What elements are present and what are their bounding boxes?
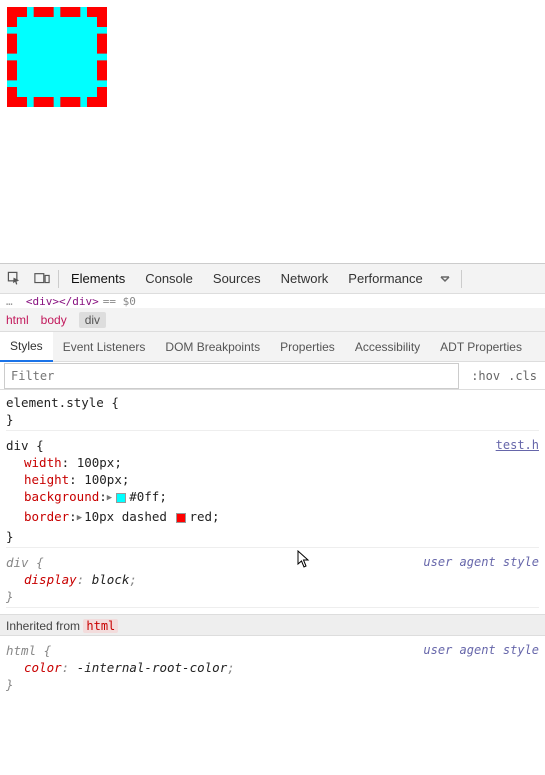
subtab-styles[interactable]: Styles <box>0 332 53 362</box>
color-swatch-icon[interactable] <box>176 513 186 523</box>
prop-key[interactable]: background <box>24 489 99 504</box>
hov-toggle-button[interactable]: :hov <box>471 369 500 383</box>
tabbar-divider <box>461 270 462 288</box>
brace: } <box>6 588 539 605</box>
expand-triangle-icon[interactable]: ▶ <box>77 510 82 527</box>
html-ua-rule[interactable]: user agent style html { color: -internal… <box>6 642 539 695</box>
subtab-dom-breakpoints[interactable]: DOM Breakpoints <box>155 332 270 362</box>
prop-key[interactable]: height <box>24 472 69 487</box>
dom-tag: <div> <box>26 295 59 308</box>
prop-val[interactable]: block <box>92 572 130 587</box>
ua-label: user agent style <box>423 554 539 571</box>
breadcrumb-body[interactable]: body <box>41 313 67 327</box>
brace: } <box>6 676 539 693</box>
prop-val[interactable]: #0ff <box>129 489 159 504</box>
selector: div { <box>6 437 539 454</box>
dom-selected-marker: == $0 <box>103 295 136 308</box>
dom-tree-line[interactable]: … <div></div> == $0 <box>0 294 545 308</box>
prop-key[interactable]: width <box>24 455 62 470</box>
prop-val[interactable]: -internal-root-color <box>77 660 228 675</box>
prop-val[interactable]: 100px <box>77 455 115 470</box>
source-link[interactable]: test.h <box>496 437 539 454</box>
div-rule[interactable]: test.h div { width: 100px; height: 100px… <box>6 437 539 548</box>
tab-console[interactable]: Console <box>135 264 203 294</box>
inherited-from[interactable]: html <box>83 619 118 633</box>
inherited-label: Inherited from <box>6 619 83 633</box>
prop-val[interactable]: 100px <box>84 472 122 487</box>
prop-val[interactable]: 10px <box>84 509 114 524</box>
breadcrumbs: html body div <box>0 308 545 332</box>
tab-sources[interactable]: Sources <box>203 264 271 294</box>
subtab-properties[interactable]: Properties <box>270 332 345 362</box>
tabbar-divider <box>58 270 59 288</box>
prop-val[interactable]: dashed <box>122 509 167 524</box>
tab-performance[interactable]: Performance <box>338 264 432 294</box>
prop-key[interactable]: border <box>24 509 69 524</box>
devtools-tabbar: Elements Console Sources Network Perform… <box>0 264 545 294</box>
tab-elements[interactable]: Elements <box>61 264 135 294</box>
styles-filter-input[interactable] <box>4 363 459 389</box>
subtab-event-listeners[interactable]: Event Listeners <box>53 332 156 362</box>
brace: } <box>6 528 539 545</box>
device-toggle-icon[interactable] <box>28 265 56 293</box>
inherited-separator: Inherited from html <box>0 614 545 636</box>
breadcrumb-div[interactable]: div <box>79 312 106 328</box>
element-style-rule[interactable]: element.style { } <box>6 394 539 431</box>
styles-pane: element.style { } test.h div { width: 10… <box>0 390 545 695</box>
expand-triangle-icon[interactable]: ▶ <box>107 490 112 507</box>
page-viewport <box>0 0 545 263</box>
prop-key[interactable]: display <box>24 572 77 587</box>
inspect-icon[interactable] <box>0 265 28 293</box>
color-swatch-icon[interactable] <box>116 493 126 503</box>
div-ua-rule[interactable]: user agent style div { display: block; } <box>6 554 539 608</box>
prop-key[interactable]: color <box>24 660 62 675</box>
brace: } <box>6 411 539 428</box>
prop-val[interactable]: red <box>189 509 212 524</box>
tab-network[interactable]: Network <box>271 264 339 294</box>
subtab-accessibility[interactable]: Accessibility <box>345 332 430 362</box>
devtools-panel: Elements Console Sources Network Perform… <box>0 263 545 695</box>
demo-box <box>7 7 107 107</box>
dom-tag-close: </div> <box>59 295 99 308</box>
ua-label: user agent style <box>423 642 539 659</box>
styles-subtabs: Styles Event Listeners DOM Breakpoints P… <box>0 332 545 362</box>
breadcrumb-html[interactable]: html <box>6 313 29 327</box>
tabs-overflow-icon[interactable] <box>433 273 457 285</box>
selector: element.style { <box>6 394 539 411</box>
subtab-adt-properties[interactable]: ADT Properties <box>430 332 532 362</box>
cls-toggle-button[interactable]: .cls <box>508 369 537 383</box>
styles-filter-bar: :hov .cls <box>0 362 545 390</box>
